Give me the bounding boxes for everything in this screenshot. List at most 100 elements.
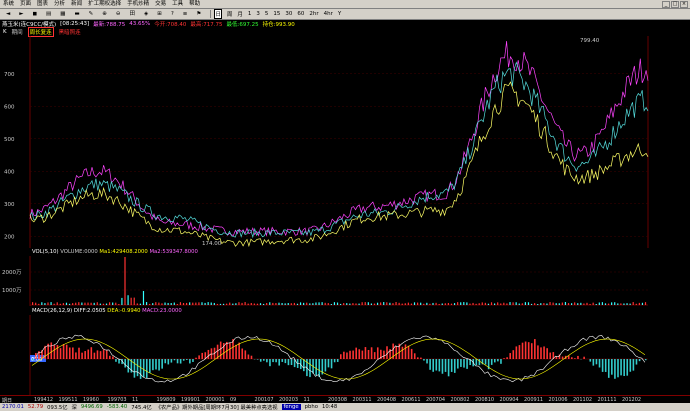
menu-item-help[interactable]: 帮助 [189, 0, 200, 9]
volume-bar [577, 303, 579, 305]
volume-bar [555, 303, 557, 305]
mode-dark[interactable]: 黑暗照连 [59, 28, 81, 36]
menu-item-tools[interactable]: 工具 [172, 0, 183, 9]
macd-bar [540, 347, 542, 359]
macd-bar [407, 345, 410, 359]
layout-button[interactable]: 田 [126, 9, 138, 19]
macd-bar [124, 359, 126, 368]
period-month[interactable]: 月 [237, 10, 243, 18]
period-30min[interactable]: 30 [285, 11, 292, 17]
macd-bar [256, 359, 259, 360]
volume-bar [346, 303, 348, 305]
volume-bar [537, 303, 539, 305]
stop-button[interactable]: ◼ [29, 9, 40, 19]
period-day[interactable]: 日 [214, 9, 222, 19]
bar-button[interactable]: ▬ [71, 9, 82, 19]
macd-chart[interactable]: 0.00 [0, 315, 690, 395]
price-chart[interactable]: 700 600 500 400 300 200 799.40 174.00 [0, 36, 690, 248]
volume-bar [50, 302, 52, 305]
period-60min[interactable]: 60 [297, 11, 304, 17]
period-4hr[interactable]: 4hr [324, 11, 333, 17]
menu-item-trade[interactable]: 交易 [155, 0, 166, 9]
menu-item-mobile[interactable]: 手机炒精 [127, 0, 149, 9]
macd-bar [210, 348, 213, 359]
volume-bar [167, 302, 169, 305]
volume-chart[interactable]: 2000万 1000万 [0, 256, 690, 306]
volume-bar [247, 303, 249, 305]
macd-bar [90, 347, 93, 359]
quote-high: 最高:717.75 [190, 22, 223, 28]
volume-bar [56, 302, 58, 305]
volume-axis-label: 2000万 [2, 269, 22, 276]
maximize-button[interactable]: □ [671, 1, 679, 8]
volume-bar [173, 302, 175, 305]
volume-bar [330, 303, 332, 305]
volume-bar [229, 302, 231, 305]
period-15min[interactable]: 15 [273, 11, 280, 17]
menu-item-analysis[interactable]: 分析 [54, 0, 65, 9]
period-1min[interactable]: 1 [248, 11, 252, 17]
volume-bar [632, 302, 634, 305]
status-user[interactable]: fenge [281, 404, 301, 410]
macd-bar [401, 346, 404, 359]
macd-bar [620, 359, 622, 376]
period-year[interactable]: Y [338, 11, 341, 17]
status-news-ticker[interactable]: 《农产品》期外期品[周期环7月30] 最美种点亮选视 [156, 403, 278, 411]
zoom-in-button[interactable]: ⊕ [99, 9, 110, 19]
draw-tool-button[interactable]: ✎ [86, 9, 97, 19]
period-5min[interactable]: 5 [265, 11, 269, 17]
volume-bar [250, 302, 252, 305]
time-axis: 期日 199412 199511 19960 199703 11 199809 199901… [0, 395, 690, 404]
volume-bar [383, 302, 385, 305]
zoom-out-button[interactable]: ⊖ [113, 9, 124, 19]
period-week[interactable]: 周 [227, 10, 233, 18]
macd-bar [478, 359, 481, 366]
menu-list-button[interactable]: ≡ [180, 9, 191, 19]
volume-bar [309, 303, 311, 305]
volume-ma1: Ma1:429408.2000 [99, 249, 148, 255]
volume-bar [235, 303, 237, 305]
close-button[interactable]: × [680, 1, 688, 8]
menu-item-system[interactable]: 系统 [3, 0, 14, 9]
volume-bar [512, 302, 514, 305]
menu-item-news[interactable]: 新闻 [71, 0, 82, 9]
macd-bar [494, 359, 496, 363]
price-series-c [29, 81, 649, 248]
volume-bar [401, 303, 403, 305]
menu-item-chart[interactable]: 图表 [37, 0, 48, 9]
menu-item-options[interactable]: 扩工期权选择 [88, 0, 121, 9]
minimize-button[interactable]: _ [662, 1, 670, 8]
mode-k[interactable]: K [3, 29, 7, 35]
volume-bar [266, 302, 268, 305]
menu-item-page[interactable]: 页面 [20, 0, 31, 9]
volume-bar [149, 303, 151, 305]
period-2hr[interactable]: 2hr [309, 11, 318, 17]
help-button[interactable]: ? [168, 9, 177, 19]
volume-bar [192, 302, 194, 305]
macd-bar [623, 359, 625, 377]
multi-window-button[interactable]: ⊞ [154, 9, 165, 19]
grid-view-button[interactable]: ▦ [57, 9, 68, 19]
period-3min[interactable]: 3 [256, 11, 260, 17]
back-button[interactable]: ◄ [3, 9, 13, 19]
macd-bar [534, 339, 536, 359]
indicator-button[interactable]: ◈ [141, 9, 151, 19]
volume-bar [623, 303, 625, 305]
macd-bar [515, 346, 518, 359]
volume-bar [629, 303, 631, 305]
volume-bar [444, 303, 446, 305]
flag-button[interactable]: ⚑ [193, 9, 204, 19]
forward-button[interactable]: ► [16, 9, 26, 19]
volume-bar [595, 303, 597, 305]
macd-bar [235, 344, 237, 359]
volume-bar [567, 303, 570, 305]
volume-bar [186, 302, 188, 305]
status-bar: 2170.01 52.79 093.5亿 深 9496.69 -583.40 7… [0, 403, 690, 411]
mode-period[interactable]: 期间 [12, 28, 23, 36]
price-axis-label: 500 [4, 137, 15, 143]
list-view-button[interactable]: ▤ [43, 9, 54, 19]
volume-bar [87, 302, 89, 305]
volume-bar [65, 302, 68, 305]
macd-bar [155, 359, 157, 370]
volume-bar [571, 303, 573, 305]
